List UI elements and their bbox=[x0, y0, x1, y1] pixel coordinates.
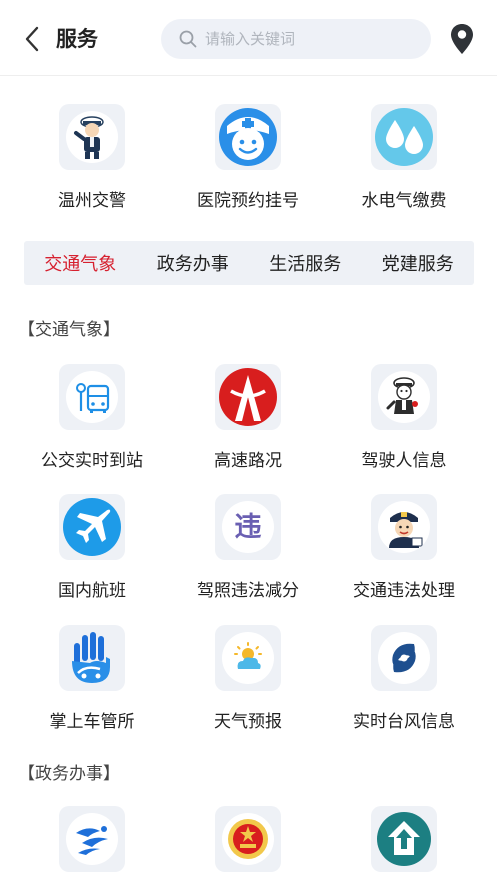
service-label: 实时台风信息 bbox=[353, 712, 455, 732]
page-title: 服务 bbox=[56, 27, 98, 51]
quick-tile-wenzhou-police[interactable]: 温州交警 bbox=[2, 104, 182, 211]
icon-container bbox=[59, 494, 125, 560]
service-highway-status[interactable]: 高速路况 bbox=[158, 364, 338, 471]
quick-label: 温州交警 bbox=[58, 191, 126, 211]
police-officer-icon bbox=[389, 512, 423, 548]
chevron-left-icon bbox=[25, 26, 39, 52]
icon-container bbox=[59, 625, 125, 691]
icon-circle bbox=[378, 501, 430, 553]
location-pin-icon bbox=[451, 24, 473, 54]
icon-circle bbox=[66, 813, 118, 865]
icon-circle bbox=[222, 632, 274, 684]
icon-circle bbox=[378, 632, 430, 684]
icon-container bbox=[215, 806, 281, 872]
top-bar: 服务 bbox=[0, 0, 497, 76]
tab-traffic-weather[interactable]: 交通气象 bbox=[24, 250, 137, 276]
hand-car-icon bbox=[72, 632, 110, 683]
service-typhoon-info[interactable]: 实时台风信息 bbox=[314, 625, 494, 732]
location-button[interactable] bbox=[447, 22, 477, 56]
service-label: 交通违法处理 bbox=[353, 581, 455, 601]
service-weather-forecast[interactable]: 天气预报 bbox=[158, 625, 338, 732]
typhoon-icon bbox=[392, 643, 416, 673]
icon-container bbox=[371, 364, 437, 430]
icon-container bbox=[59, 364, 125, 430]
service-gov-runner[interactable] bbox=[2, 806, 182, 883]
icon-circle bbox=[222, 813, 274, 865]
icon-container bbox=[371, 806, 437, 872]
category-tabs: 交通气象 政务办事 生活服务 党建服务 bbox=[24, 241, 474, 285]
service-gov-court[interactable] bbox=[158, 806, 338, 883]
back-button[interactable] bbox=[16, 22, 48, 56]
icon-container bbox=[215, 625, 281, 691]
search-icon bbox=[179, 30, 197, 48]
icon-circle bbox=[378, 371, 430, 423]
service-violation-handling[interactable]: 交通违法处理 bbox=[314, 494, 494, 601]
section-title: 【政务办事】 bbox=[18, 764, 120, 784]
housing-fund-icon bbox=[377, 812, 431, 866]
icon-circle bbox=[66, 111, 118, 163]
nurse-icon bbox=[219, 108, 277, 166]
weather-icon bbox=[234, 642, 262, 669]
service-label: 驾照违法减分 bbox=[197, 581, 299, 601]
tab-government-affairs[interactable]: 政务办事 bbox=[137, 250, 250, 276]
service-label: 公交实时到站 bbox=[41, 451, 143, 471]
icon-container bbox=[215, 104, 281, 170]
highway-logo-icon bbox=[219, 368, 277, 426]
airplane-icon bbox=[63, 498, 121, 556]
icon-circle bbox=[66, 371, 118, 423]
quick-tile-utility-payment[interactable]: 水电气缴费 bbox=[314, 104, 494, 211]
traffic-police-icon bbox=[74, 116, 104, 159]
service-license-point-reduction[interactable]: 违 驾照违法减分 bbox=[158, 494, 338, 601]
icon-container: 违 bbox=[215, 494, 281, 560]
bus-stop-icon bbox=[76, 383, 110, 413]
service-gov-housing[interactable] bbox=[314, 806, 494, 883]
service-label: 驾驶人信息 bbox=[361, 451, 447, 471]
icon-container bbox=[371, 104, 437, 170]
service-label: 掌上车管所 bbox=[49, 712, 135, 732]
icon-container bbox=[371, 625, 437, 691]
police-cartoon-icon bbox=[386, 377, 418, 414]
service-mobile-vehicle-office[interactable]: 掌上车管所 bbox=[2, 625, 182, 732]
water-drops-icon bbox=[375, 108, 433, 166]
icon-container bbox=[59, 104, 125, 170]
quick-label: 医院预约挂号 bbox=[197, 191, 299, 211]
section-title: 【交通气象】 bbox=[18, 320, 120, 340]
quick-label: 水电气缴费 bbox=[361, 191, 447, 211]
runner-logo-icon bbox=[76, 826, 108, 855]
service-label: 国内航班 bbox=[58, 581, 126, 601]
icon-container bbox=[215, 364, 281, 430]
search-input[interactable] bbox=[205, 30, 415, 48]
service-label: 天气预报 bbox=[214, 712, 282, 732]
service-bus-arrival[interactable]: 公交实时到站 bbox=[2, 364, 182, 471]
service-driver-info[interactable]: 驾驶人信息 bbox=[314, 364, 494, 471]
tab-party-services[interactable]: 党建服务 bbox=[362, 250, 475, 276]
violation-char-icon: 违 bbox=[234, 511, 262, 543]
quick-tile-hospital[interactable]: 医院预约挂号 bbox=[158, 104, 338, 211]
icon-container bbox=[371, 494, 437, 560]
court-emblem-icon bbox=[228, 819, 268, 859]
service-label: 高速路况 bbox=[214, 451, 282, 471]
tab-life-services[interactable]: 生活服务 bbox=[249, 250, 362, 276]
icon-circle: 违 bbox=[222, 501, 274, 553]
search-bar[interactable] bbox=[161, 19, 431, 59]
icon-container bbox=[59, 806, 125, 872]
service-domestic-flights[interactable]: 国内航班 bbox=[2, 494, 182, 601]
